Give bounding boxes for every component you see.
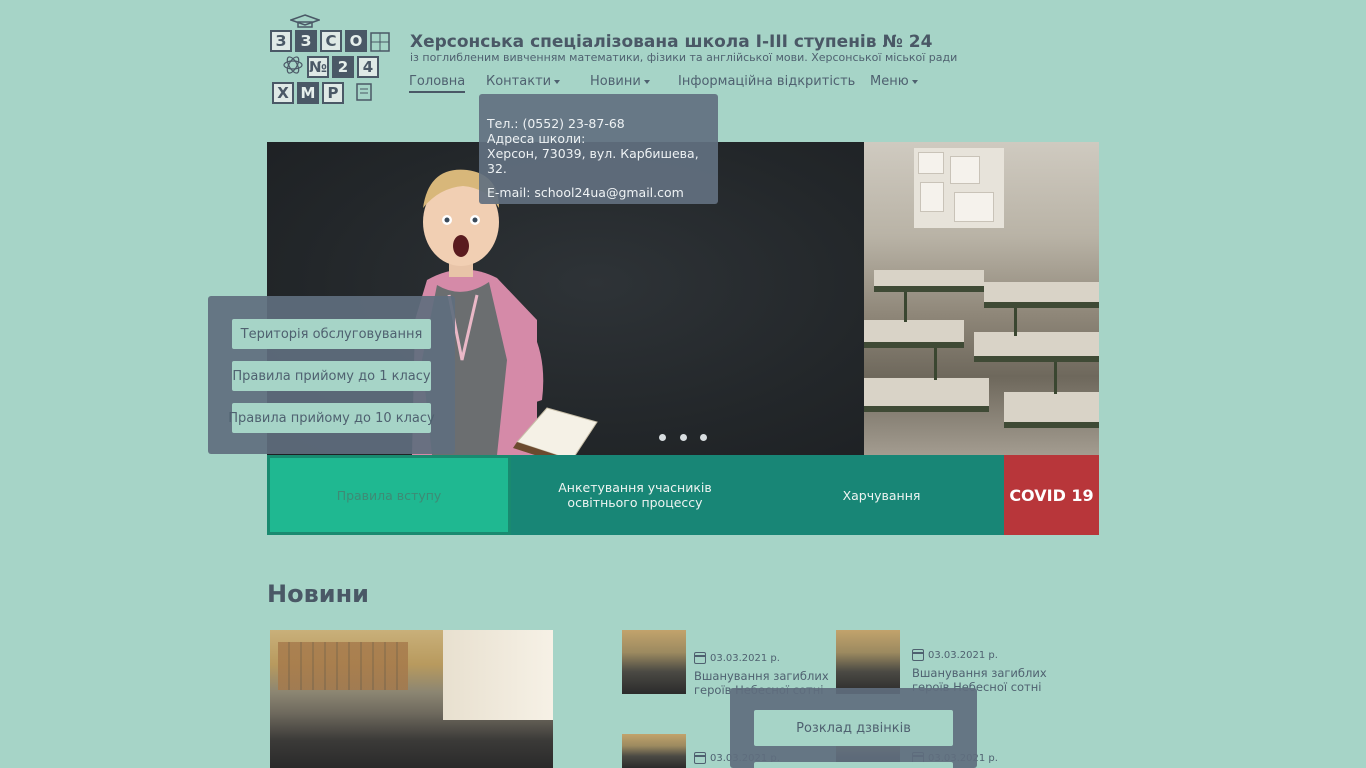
nav-menu[interactable]: Меню [870,74,918,89]
desk [974,332,1099,362]
notice-board [914,148,1004,228]
nav-home[interactable]: Головна [409,74,466,93]
notice-paper [950,156,980,184]
nav-menu-label: Меню [870,74,909,89]
quick-links: Правила вступу Анкетування учасників осв… [267,455,1099,535]
nav-home-label: Головна [409,74,466,89]
survey-tile[interactable]: Анкетування учасників освітнього процесс… [511,455,759,535]
site-subtitle: із поглибленим вивченням математики, фіз… [410,51,958,64]
calculator-icon [370,32,390,52]
contacts-address: Херсон, 73039, вул. Карбишева, 32. [487,146,699,176]
logo-tile: 2 [332,56,354,78]
graduation-cap-icon [290,14,320,28]
contacts-dropdown: Тел.: (0552) 23-87-68 Адреса школи: Херс… [479,94,718,204]
schedule-panel-button[interactable] [754,762,953,768]
covid-tile[interactable]: COVID 19 [1004,455,1099,535]
logo-tile: Х [272,82,294,104]
bookshelf-image [278,642,408,690]
logo-tile: З [270,30,292,52]
logo-tile: З [295,30,317,52]
contacts-email[interactable]: E-mail: school24ua@gmail.com [487,185,710,200]
news-date-text: 03.03.2021 р. [710,652,780,664]
service-territory-button[interactable]: Територія обслуговування [232,319,431,349]
news-main-image[interactable] [270,630,553,768]
news-date: 03.03.2021 р. [694,652,780,664]
school-logo[interactable]: З З С О № 2 4 Х М Р [268,14,392,106]
nav-contacts-label: Контакти [486,74,552,89]
calendar-icon [912,649,924,661]
notice-paper [918,152,944,174]
notice-paper [920,182,944,212]
nav-contacts[interactable]: Контакти [486,74,561,89]
schedule-panel: Розклад дзвінків [730,688,977,768]
slider-dot[interactable] [659,434,666,441]
chair-leg [934,348,937,380]
slider-dot[interactable] [680,434,687,441]
logo-tile: 4 [357,56,379,78]
notice-paper [954,192,994,222]
nav-transparency[interactable]: Інформаційна відкритість [678,74,855,89]
desk [1004,392,1099,428]
caret-down-icon [911,79,918,84]
logo-tile: О [345,30,367,52]
desk [984,282,1099,308]
logo-tile: № [307,56,329,78]
chair-leg [1054,362,1057,394]
nutrition-tile[interactable]: Харчування [759,455,1004,535]
nav-news[interactable]: Новини [590,74,650,89]
chair-leg [1014,308,1017,336]
chair-leg [904,292,907,322]
atom-icon [283,56,303,74]
news-thumbnail[interactable] [622,630,686,694]
desk [874,270,984,292]
bell-schedule-button[interactable]: Розклад дзвінків [754,710,953,746]
logo-tile: С [320,30,342,52]
caret-down-icon [643,79,650,84]
news-date-text: 03.03.2021 р. [928,649,998,661]
logo-tile: Р [322,82,344,104]
survey-tile-line1: Анкетування учасників [558,480,712,495]
admission-rules-tile[interactable]: Правила вступу [267,455,511,535]
news-thumbnail[interactable] [622,734,686,768]
calendar-icon [694,752,706,764]
admission-grade1-button[interactable]: Правила прийому до 1 класу [232,361,431,391]
contacts-address-label: Адреса школи: [487,131,586,146]
survey-tile-line2: освітнього процессу [567,495,703,510]
nav-news-label: Новини [590,74,641,89]
document-icon [356,83,372,101]
logo-tile: М [297,82,319,104]
slider-dot[interactable] [700,434,707,441]
site-title: Херсонська спеціалізована школа І-ІІІ ст… [410,32,933,52]
calendar-icon [694,652,706,664]
nav-transparency-label: Інформаційна відкритість [678,74,856,89]
contacts-phone[interactable]: Тел.: (0552) 23-87-68 [487,116,710,131]
news-heading: Новини [267,580,369,608]
window-image [443,630,553,720]
desk [864,378,989,412]
classroom-image [864,142,1099,455]
admission-grade10-button[interactable]: Правила прийому до 10 класу [228,403,435,433]
caret-down-icon [554,79,561,84]
desk [864,320,964,348]
news-date: 03.03.2021 р. [912,649,998,661]
news-thumbnail[interactable] [836,630,900,694]
admission-panel: Територія обслуговування Правила прийому… [208,296,455,454]
